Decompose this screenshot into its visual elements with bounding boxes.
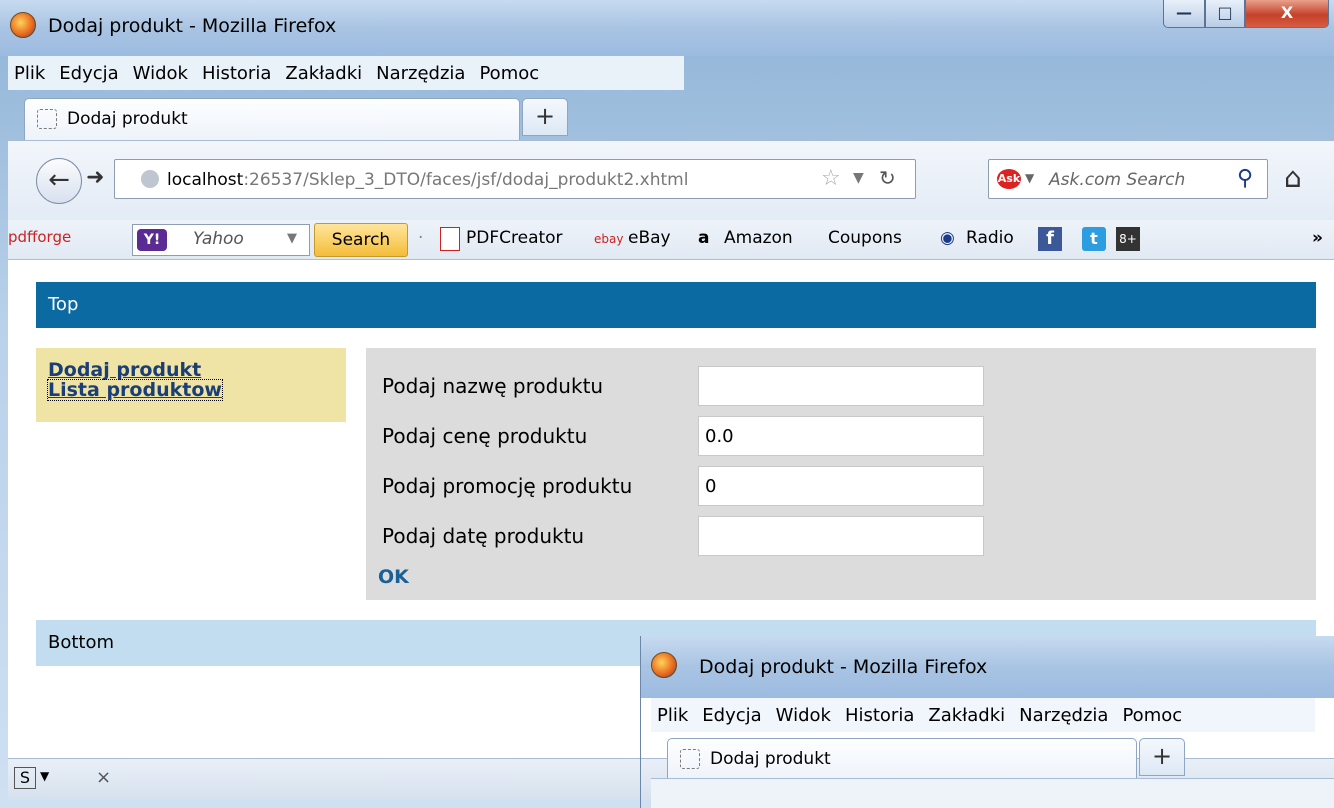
second-menu-plik[interactable]: Plik (657, 705, 688, 726)
product-name-input[interactable] (698, 366, 984, 406)
url-text[interactable]: localhost:26537/Sklep_3_DTO/faces/jsf/do… (167, 170, 688, 190)
url-dropdown-icon[interactable]: ▼ (853, 170, 864, 186)
menu-zakladki[interactable]: Zakładki (285, 63, 362, 84)
separator-icon: ‧ (418, 228, 424, 248)
top-banner: Top (36, 282, 1316, 328)
home-icon[interactable]: ⌂ (1284, 161, 1302, 194)
product-promo-input[interactable] (698, 466, 984, 506)
yahoo-dropdown-icon[interactable]: ▼ (287, 231, 297, 246)
forward-button[interactable]: ➜ (86, 165, 104, 190)
form-row-price: Podaj cenę produktu (382, 416, 1002, 456)
yahoo-placeholder: Yahoo (193, 229, 244, 249)
toolbar-overflow-button[interactable]: » (1312, 228, 1323, 248)
facebook-icon[interactable]: f (1038, 227, 1062, 251)
add-product-link[interactable]: Dodaj produkt (48, 360, 334, 380)
menu-edycja[interactable]: Edycja (59, 63, 118, 84)
second-tab-strip: Dodaj produkt + (651, 734, 1334, 780)
firefox-logo-icon (10, 12, 36, 38)
amazon-link[interactable]: Amazon (724, 228, 793, 248)
globe-icon (141, 170, 159, 188)
ok-button[interactable]: OK (378, 566, 409, 588)
menu-historia[interactable]: Historia (202, 63, 271, 84)
coupons-link[interactable]: Coupons (828, 228, 902, 248)
navigation-bar: ← ➜ localhost:26537/Sklep_3_DTO/faces/js… (8, 140, 1334, 220)
close-icon: X (1280, 3, 1294, 22)
close-addon-bar-icon[interactable]: × (96, 767, 111, 788)
second-menu-widok[interactable]: Widok (776, 705, 831, 726)
product-price-label: Podaj cenę produktu (382, 424, 588, 448)
menu-plik[interactable]: Plik (14, 63, 45, 84)
menu-bar: Plik Edycja Widok Historia Zakładki Narz… (8, 56, 684, 90)
yahoo-logo-icon: Y! (137, 229, 167, 251)
second-firefox-logo-icon (651, 652, 677, 678)
search-placeholder: Ask.com Search (1049, 170, 1186, 190)
ebay-icon: ebay (594, 232, 624, 246)
maximize-icon: □ (1217, 3, 1233, 22)
minimize-icon: — (1176, 3, 1192, 22)
page-favicon-icon (37, 109, 57, 129)
ebay-link[interactable]: eBay (628, 228, 671, 248)
pdf-icon (440, 227, 460, 251)
back-button[interactable]: ← (36, 158, 82, 204)
menu-pomoc[interactable]: Pomoc (479, 63, 539, 84)
second-page-favicon-icon (680, 749, 700, 769)
second-menu-edycja[interactable]: Edycja (702, 705, 761, 726)
amazon-icon: a (698, 228, 710, 248)
second-title-bar: Dodaj produkt - Mozilla Firefox (641, 636, 1334, 698)
pdfforge-logo[interactable]: pdfforge (8, 228, 71, 246)
yahoo-search-field[interactable]: Y! Yahoo ▼ (132, 224, 310, 256)
search-box[interactable]: Ask ▼ Ask.com Search ⚲ (988, 159, 1268, 199)
product-name-label: Podaj nazwę produktu (382, 374, 604, 398)
url-path: :26537/Sklep_3_DTO/faces/jsf/dodaj_produ… (243, 170, 689, 190)
form-row-date: Podaj datę produktu (382, 516, 1002, 556)
title-bar: Dodaj produkt - Mozilla Firefox — □ X (0, 0, 1334, 56)
form-row-promo: Podaj promocję produktu (382, 466, 1002, 506)
second-browser-window[interactable]: Dodaj produkt - Mozilla Firefox Plik Edy… (640, 636, 1334, 808)
second-navigation-bar (651, 778, 1334, 808)
minimize-button[interactable]: — (1163, 0, 1205, 28)
second-menu-historia[interactable]: Historia (845, 705, 914, 726)
twitter-icon[interactable]: t (1082, 227, 1106, 251)
bookmark-star-icon[interactable]: ☆ (821, 166, 841, 191)
form-row-name: Podaj nazwę produktu (382, 366, 1002, 406)
ask-logo-icon: Ask (997, 169, 1021, 189)
second-menu-pomoc[interactable]: Pomoc (1122, 705, 1182, 726)
product-date-input[interactable] (698, 516, 984, 556)
tab-dodaj-produkt[interactable]: Dodaj produkt (24, 98, 520, 140)
second-menu-narzedzia[interactable]: Narzędzia (1019, 705, 1108, 726)
menu-widok[interactable]: Widok (133, 63, 188, 84)
url-bar[interactable]: localhost:26537/Sklep_3_DTO/faces/jsf/do… (114, 159, 916, 199)
sidebar: Dodaj produkt Lista produktow (36, 348, 346, 422)
product-list-link[interactable]: Lista produktow (47, 379, 223, 401)
google-plus-icon[interactable]: 8+ (1116, 227, 1140, 251)
second-window-title: Dodaj produkt - Mozilla Firefox (699, 656, 988, 678)
yahoo-search-button[interactable]: Search (314, 223, 408, 257)
reload-icon[interactable]: ↻ (879, 166, 896, 190)
search-icon[interactable]: ⚲ (1237, 166, 1253, 191)
search-engine-dropdown-icon[interactable]: ▼ (1025, 171, 1034, 185)
product-price-input[interactable] (698, 416, 984, 456)
second-menu-bar: Plik Edycja Widok Historia Zakładki Narz… (651, 698, 1315, 732)
tab-strip: Dodaj produkt + (8, 94, 1334, 140)
maximize-button[interactable]: □ (1205, 0, 1245, 28)
url-host: localhost (167, 170, 244, 190)
window-title: Dodaj produkt - Mozilla Firefox (48, 15, 337, 37)
addon-s-icon[interactable]: S (14, 767, 36, 789)
new-tab-button[interactable]: + (522, 98, 568, 136)
menu-narzedzia[interactable]: Narzędzia (376, 63, 465, 84)
pdfcreator-link[interactable]: PDFCreator (466, 228, 563, 248)
second-new-tab-button[interactable]: + (1139, 738, 1185, 776)
product-date-label: Podaj datę produktu (382, 524, 585, 548)
second-menu-zakladki[interactable]: Zakładki (928, 705, 1005, 726)
radio-icon: ◉ (940, 228, 955, 248)
addon-dropdown-icon[interactable]: ▼ (40, 769, 49, 783)
close-button[interactable]: X (1245, 0, 1329, 28)
tab-label: Dodaj produkt (67, 109, 188, 129)
bookmarks-toolbar: pdfforge Y! Yahoo ▼ Search ‧ PDFCreator … (8, 220, 1334, 260)
second-tab-label: Dodaj produkt (710, 749, 831, 769)
add-product-form: Podaj nazwę produktu Podaj cenę produktu… (366, 348, 1316, 600)
product-promo-label: Podaj promocję produktu (382, 474, 633, 498)
radio-link[interactable]: Radio (966, 228, 1014, 248)
second-tab-dodaj-produkt[interactable]: Dodaj produkt (667, 738, 1137, 780)
